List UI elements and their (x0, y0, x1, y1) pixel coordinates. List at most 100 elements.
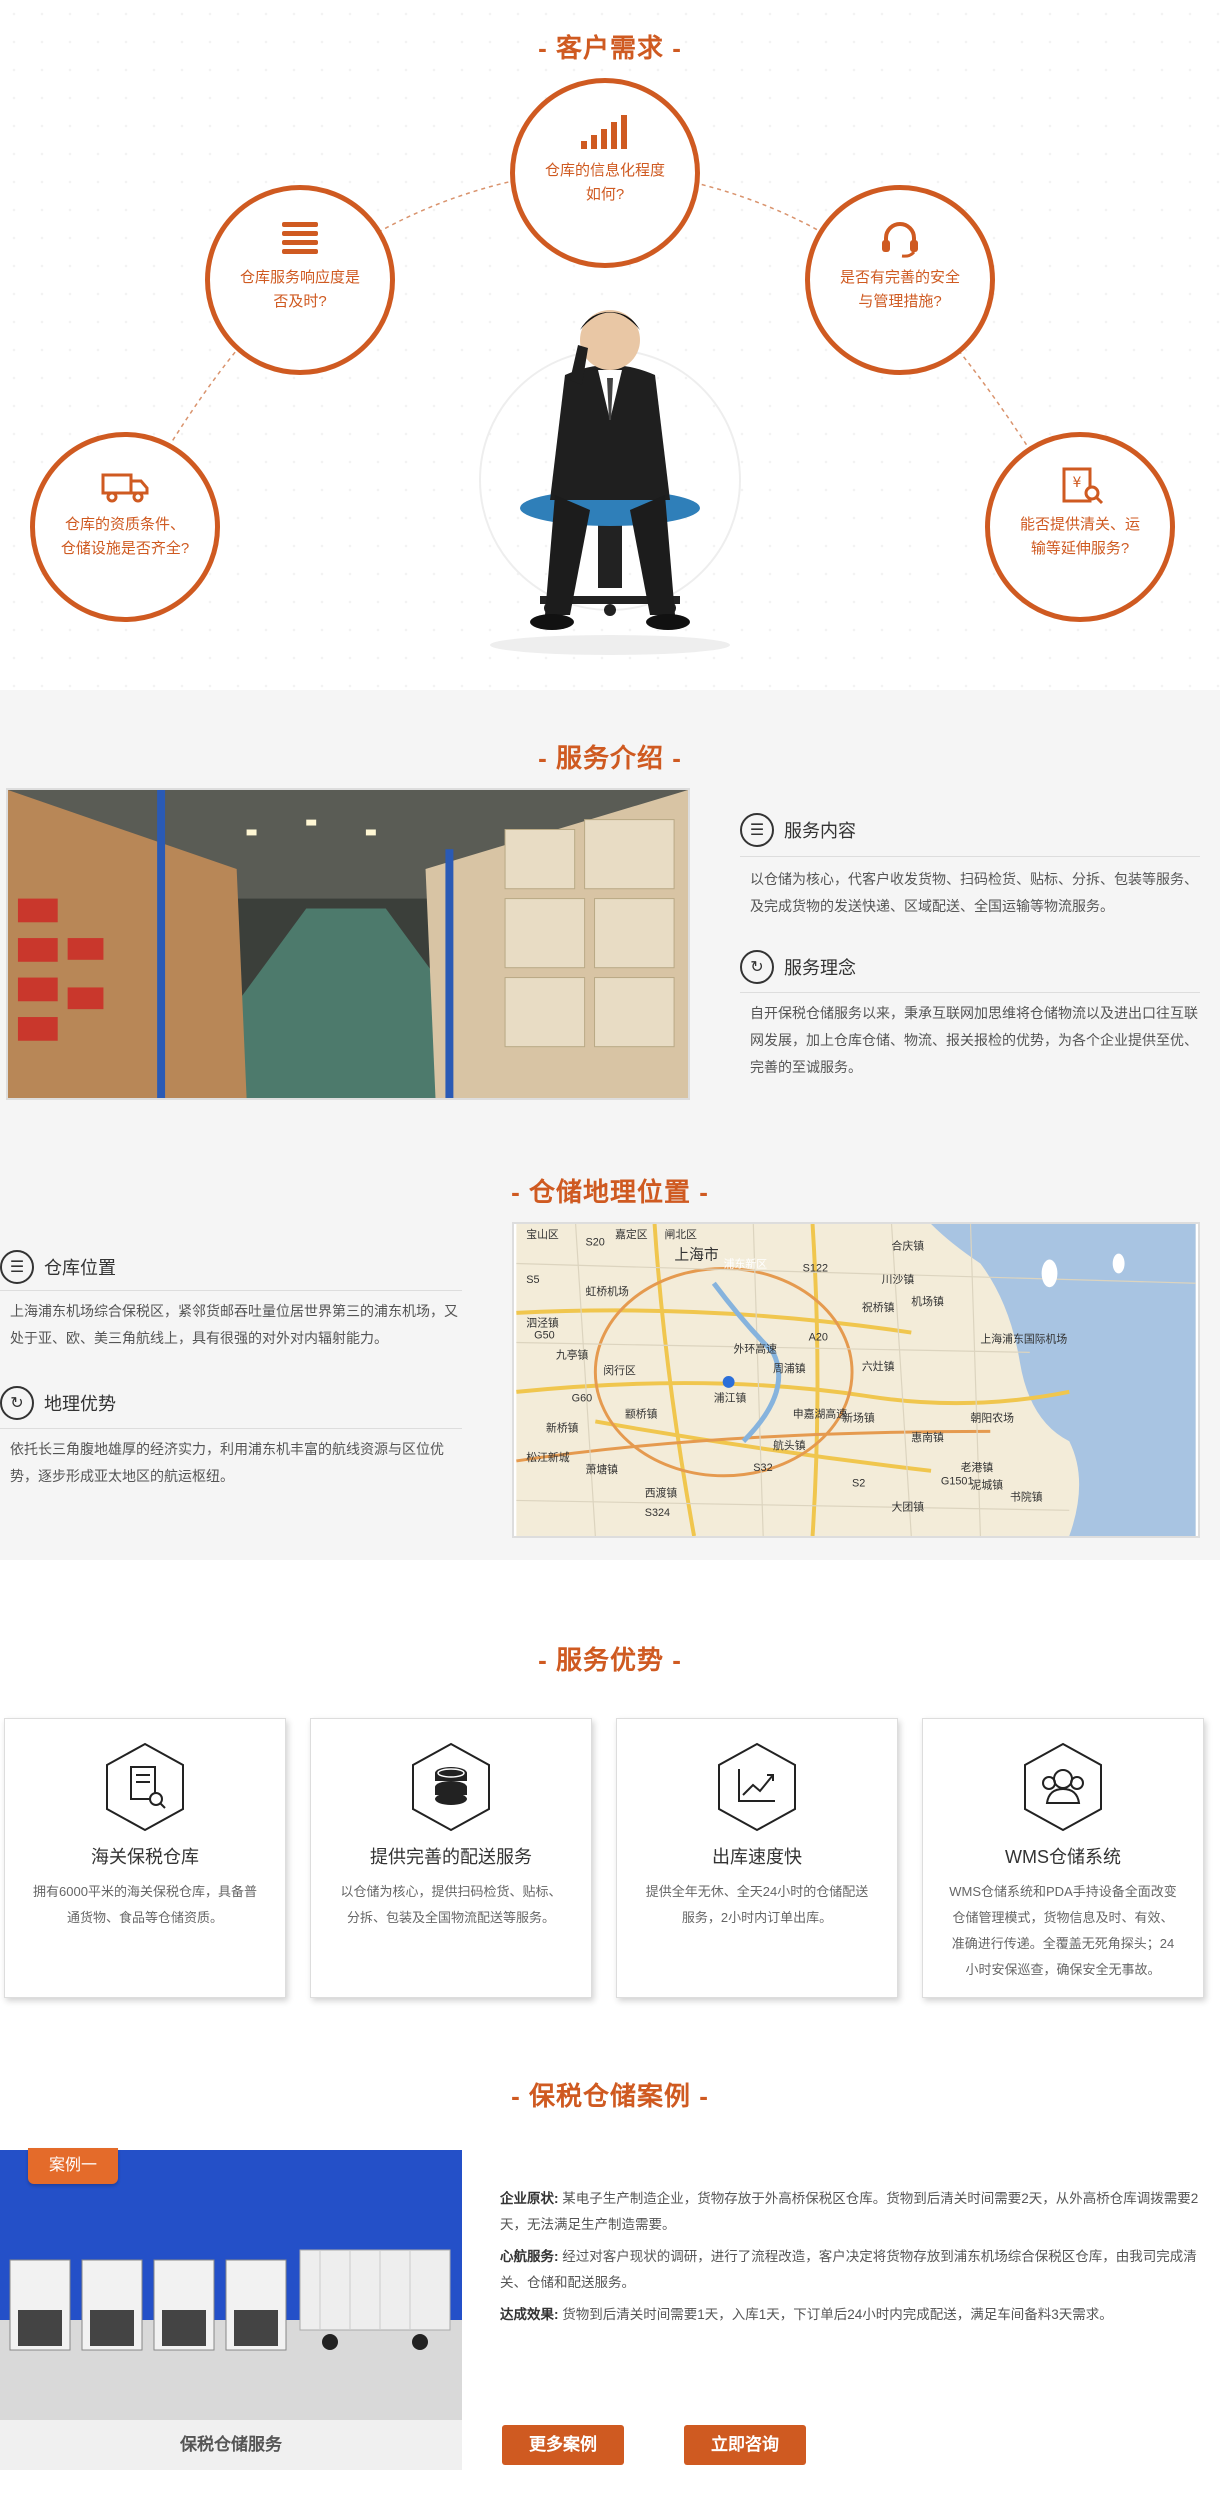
more-cases-button[interactable]: 更多案例 (502, 2425, 624, 2465)
advantage-card-wms: WMS仓储系统 WMS仓储系统和PDA手持设备全面改变仓储管理模式，货物信息及时… (922, 1718, 1204, 1998)
map-label: 上海浦东国际机场 (980, 1331, 1067, 1345)
need-text: 仓库的信息化程度如何? (544, 162, 665, 203)
location-map[interactable]: 上海市 浦东新区 虹桥机场 闵行区 浦江镇 周浦镇 六灶镇 上海浦东国际机场 航… (512, 1222, 1200, 1538)
cases-title: - 保税仓储案例 - (511, 2081, 709, 2111)
case-tag: 案例一 (28, 2148, 118, 2184)
divider (0, 1428, 462, 1429)
refresh-icon: ↻ (740, 950, 774, 984)
case-status-label: 企业原状: (500, 2191, 559, 2206)
map-label: 朝阳农场 (971, 1410, 1015, 1424)
need-item-informatization: 仓库的信息化程度如何? (510, 78, 700, 268)
map-label: 闵行区 (603, 1363, 636, 1377)
map-label: 六灶镇 (862, 1359, 895, 1373)
map-label: 航头镇 (773, 1438, 806, 1452)
map-label: 西渡镇 (645, 1486, 678, 1500)
invoice-search-icon: ¥ (1062, 467, 1104, 505)
divider (0, 1290, 462, 1291)
map-label: 上海市 (674, 1247, 719, 1264)
location-title: - 仓储地理位置 - (511, 1177, 709, 1207)
stack-lines-icon (282, 222, 318, 254)
case-result-label: 达成效果: (500, 2307, 559, 2322)
advantage-card-fast-outbound: 出库速度快 提供全年无休、全天24小时的仓储配送服务，2小时内订单出库。 (616, 1718, 898, 1998)
warehouse-photo (6, 788, 690, 1100)
map-label: 大团镇 (892, 1499, 925, 1513)
map-label: S122 (803, 1262, 828, 1274)
advantage-text: WMS仓储系统和PDA手持设备全面改变仓储管理模式，货物信息及时、有效、准确进行… (949, 1884, 1177, 1977)
svg-text:¥: ¥ (1073, 475, 1082, 491)
map-label: G60 (572, 1393, 593, 1405)
map-label: 新桥镇 (546, 1420, 579, 1434)
advantage-text: 拥有6000平米的海关保税仓库，具备普通货物、食品等仓储资质。 (33, 1884, 257, 1925)
case-photo-loading-docks (0, 2150, 462, 2420)
customer-needs-section: - 客户需求 - 仓库的信息化程度如何? 仓库服务响应度是否及时? 是否有完善的… (0, 0, 1220, 690)
need-item-qualification: 仓库的资质条件、仓储设施是否齐全? (30, 432, 220, 622)
case-caption: 保税仓储服务 (0, 2420, 462, 2470)
advantage-text: 提供全年无休、全天24小时的仓储配送服务，2小时内订单出库。 (645, 1884, 869, 1925)
divider (740, 856, 1200, 857)
list-icon: ☰ (740, 813, 774, 847)
businessman-photo (479, 310, 741, 655)
users-icon (1024, 1742, 1102, 1832)
signal-bars-icon (581, 115, 627, 149)
map-label: 祝桥镇 (862, 1300, 895, 1314)
advantage-title: 提供完善的配送服务 (370, 1847, 532, 1867)
map-label: 松江新城 (526, 1450, 570, 1464)
service-concept-heading: ↻ 服务理念 (740, 950, 856, 984)
case-service-label: 心航服务: (500, 2249, 559, 2264)
coin-stack-icon (412, 1742, 490, 1832)
advantage-title: WMS仓储系统 (1005, 1847, 1121, 1867)
advantage-title: 出库速度快 (712, 1847, 802, 1867)
map-label: 宝山区 (526, 1227, 559, 1241)
service-content-text: 以仓储为核心，代客户收发货物、扫码检货、贴标、分拆、包装等服务、及完成货物的发送… (750, 871, 1198, 914)
map-label: 书院镇 (1010, 1489, 1043, 1503)
map-label: S20 (585, 1237, 604, 1249)
map-label: 闸北区 (664, 1228, 697, 1241)
geo-advantage-title: 地理优势 (44, 1394, 116, 1414)
map-label: 合庆镇 (892, 1239, 925, 1253)
service-concept-text: 自开保税仓储服务以来，秉承互联网加思维将仓储物流以及进出口往互联网发展，加上仓库… (750, 1005, 1198, 1075)
need-text: 仓库的资质条件、仓储设施是否齐全? (60, 516, 190, 557)
map-label: 惠南镇 (911, 1430, 944, 1444)
map-label: 颛桥镇 (625, 1407, 658, 1421)
map-label: 周浦镇 (773, 1361, 806, 1375)
map-label: 申嘉湖高速 (793, 1407, 847, 1421)
map-label: 九亭镇 (556, 1347, 589, 1361)
list-icon: ☰ (0, 1250, 34, 1284)
map-label: S2 (852, 1478, 865, 1490)
map-label: 虹桥机场 (585, 1284, 629, 1298)
advantage-card-delivery: 提供完善的配送服务 以仓储为核心，提供扫码检货、贴标、分拆、包装及全国物流配送等… (310, 1718, 592, 1998)
service-concept-title: 服务理念 (784, 958, 856, 978)
map-label: S5 (526, 1274, 539, 1286)
map-label: 泥城镇 (971, 1478, 1004, 1492)
consult-now-button[interactable]: 立即咨询 (684, 2425, 806, 2465)
advantage-card-bonded-warehouse: 海关保税仓库 拥有6000平米的海关保税仓库，具备普通货物、食品等仓储资质。 (4, 1718, 286, 1998)
map-label: 浦东新区 (724, 1256, 768, 1270)
map-label: G1501 (941, 1476, 974, 1488)
document-search-icon (106, 1742, 184, 1832)
need-text: 仓库服务响应度是否及时? (239, 269, 360, 310)
map-label: 川沙镇 (882, 1272, 915, 1286)
headset-icon (882, 222, 918, 258)
service-content-heading: ☰ 服务内容 (740, 813, 856, 847)
case-service-text: 经过对客户现状的调研，进行了流程改造，客户决定将货物存放到浦东机场综合保税区仓库… (500, 2249, 1197, 2290)
advantage-title: 海关保税仓库 (91, 1847, 199, 1867)
map-label: 老港镇 (961, 1460, 994, 1474)
need-text: 是否有完善的安全与管理措施? (839, 269, 960, 310)
needs-title: - 客户需求 - (538, 33, 682, 63)
map-label: S324 (645, 1507, 670, 1519)
warehouse-location-heading: ☰ 仓库位置 (0, 1250, 116, 1284)
need-item-response: 仓库服务响应度是否及时? (205, 185, 395, 375)
map-label: 外环高速 (734, 1341, 778, 1355)
map-label: A20 (809, 1332, 828, 1344)
case-result: 达成效果: 货物到后清关时间需要1天，入库1天，下订单后24小时内完成配送，满足… (500, 2302, 1200, 2328)
geo-advantage-text: 依托长三角腹地雄厚的经济实力，利用浦东机丰富的航线资源与区位优势，逐步形成亚太地… (10, 1441, 444, 1484)
divider (740, 992, 1200, 993)
advantages-title: - 服务优势 - (538, 1645, 682, 1675)
need-item-safety: 是否有完善的安全与管理措施? (805, 185, 995, 375)
map-label: G50 (534, 1330, 555, 1342)
map-label: 萧塘镇 (585, 1462, 618, 1476)
case-status-text: 某电子生产制造企业，货物存放于外高桥保税区仓库。货物到后清关时间需要2天，从外高… (500, 2191, 1199, 2232)
map-label: 嘉定区 (615, 1227, 648, 1241)
need-text: 能否提供清关、运输等延伸服务? (1019, 516, 1140, 557)
need-item-extended-service: ¥ 能否提供清关、运输等延伸服务? (985, 432, 1175, 622)
